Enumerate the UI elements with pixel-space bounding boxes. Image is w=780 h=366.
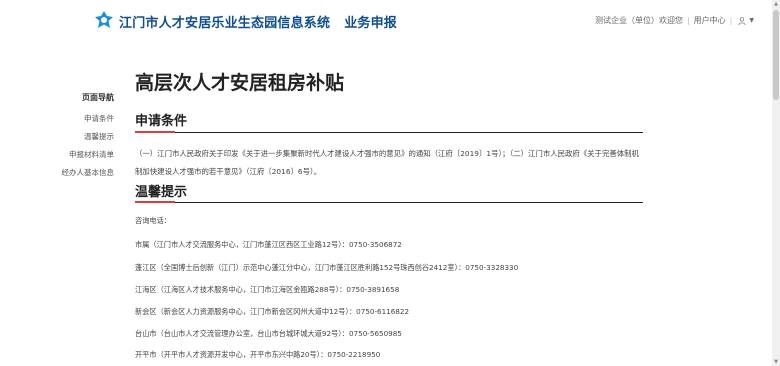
module-title: 业务申报	[344, 16, 398, 31]
contact-item: 江海区（江海区人才技术服务中心，江门市江海区金瓯路288号）：0750-3891…	[135, 285, 400, 294]
scroll-down-arrow-icon[interactable]: ▼	[772, 358, 780, 366]
conditions-text: （一）江门市人民政府关于印发《关于进一步集聚新时代人才建设人才强市的意见》的通知…	[135, 149, 639, 176]
main-area: 页面导航 申请条件 温馨提示 申报材料清单 经办人基本信息 高层次人才安居租房补…	[0, 42, 780, 366]
vertical-scrollbar[interactable]: ▲ ▼	[772, 0, 780, 366]
chevron-down-icon[interactable]: ▼	[749, 17, 754, 24]
scrollbar-thumb[interactable]	[773, 10, 779, 100]
divider: |	[686, 16, 690, 25]
scroll-up-arrow-icon[interactable]: ▲	[772, 0, 780, 8]
top-header: 江门市人才安居乐业生态园信息系统 业务申报 测试企业（单位）欢迎您 | 用户中心 …	[0, 0, 780, 43]
user-welcome: 测试企业（单位）欢迎您	[594, 16, 683, 25]
section-divider	[135, 202, 643, 203]
site-title-text: 江门市人才安居乐业生态园信息系统	[119, 16, 331, 31]
user-center-link[interactable]: 用户中心	[694, 15, 726, 26]
contact-item: 市属（江门市人才交流服务中心，江门市蓬江区西区工业路12号）：0750-3506…	[135, 240, 402, 249]
site-title[interactable]: 江门市人才安居乐业生态园信息系统 业务申报	[119, 12, 397, 31]
section-accent-bar	[135, 201, 175, 203]
contact-item: 台山市（台山市人才交流管理办公室，台山市台城环城大道92号）：0750-5650…	[135, 329, 402, 338]
nav-item-tips[interactable]: 温馨提示	[54, 131, 114, 142]
contact-item: 蓬江区（全国博士后创新（江门）示范中心蓬江分中心，江门市蓬江区胜利路152号珠西…	[135, 263, 519, 272]
site-logo-icon	[95, 11, 113, 28]
contact-item: 开平市（开平市人才资源开发中心，开平市东兴中路20号）：0750-2218950	[135, 350, 381, 359]
page-navigation: 页面导航 申请条件 温馨提示 申报材料清单 经办人基本信息	[54, 92, 115, 185]
nav-item-materials[interactable]: 申报材料清单	[54, 149, 114, 160]
section-title-conditions: 申请条件	[135, 114, 188, 129]
nav-title: 页面导航	[82, 93, 114, 102]
section-divider	[135, 132, 643, 133]
section-accent-bar	[135, 131, 175, 133]
page-title: 高层次人才安居租房补贴	[135, 72, 345, 94]
nav-item-handler-info[interactable]: 经办人基本信息	[54, 167, 115, 178]
consult-phone-label: 咨询电话：	[135, 216, 171, 225]
section-title-tips: 温馨提示	[135, 185, 188, 200]
user-bar: 测试企业（单位）欢迎您 | 用户中心 | ▼	[595, 15, 754, 26]
divider: |	[729, 16, 733, 25]
user-icon[interactable]	[738, 16, 746, 25]
contact-item: 新会区（新会区人力资源服务中心，江门市新会区冈州大道中12号）：0750-611…	[135, 307, 410, 316]
nav-item-conditions[interactable]: 申请条件	[54, 113, 114, 124]
